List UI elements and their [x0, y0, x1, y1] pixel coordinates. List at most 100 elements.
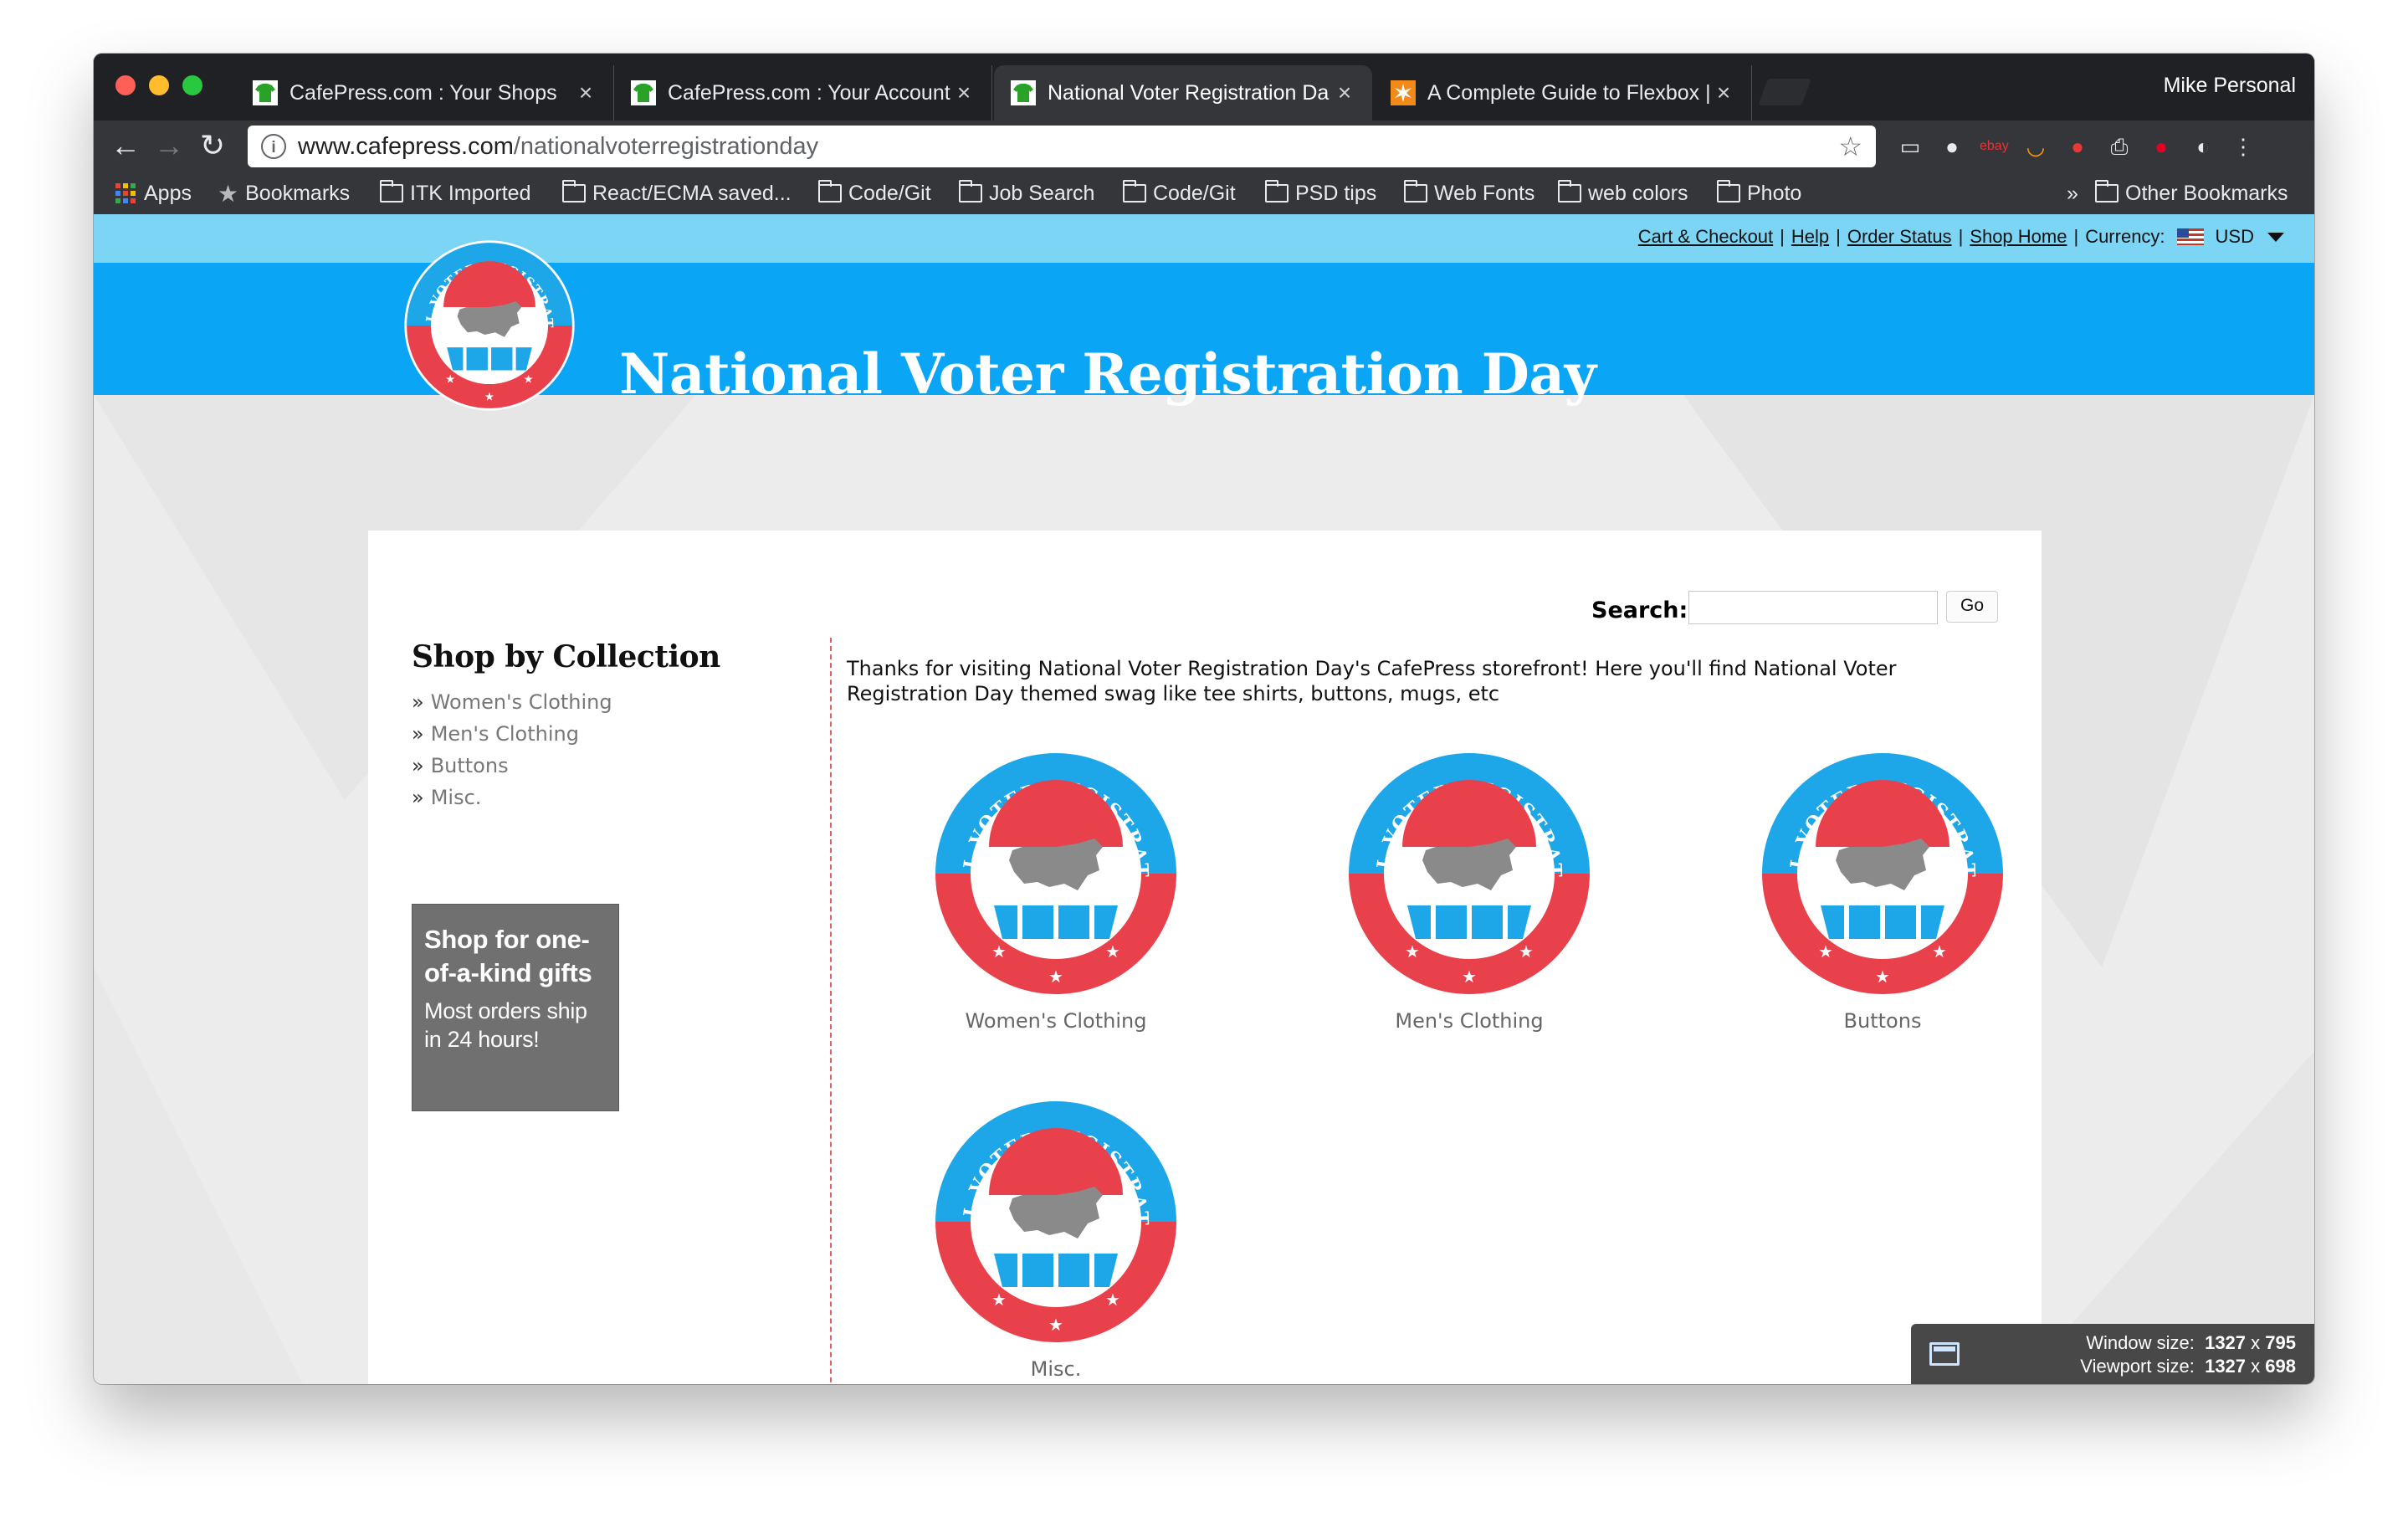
- bookmark-folder[interactable]: Photo: [1716, 177, 1801, 209]
- window-size-overlay: Window size: 1327 x 795 Viewport size: 1…: [1911, 1324, 2314, 1384]
- tab-close-icon[interactable]: ×: [951, 79, 976, 106]
- chevron-down-icon[interactable]: [2267, 232, 2284, 242]
- folder-icon: [817, 180, 842, 203]
- nvrd-logo[interactable]: [1757, 748, 2008, 999]
- currency-select[interactable]: USD: [2216, 226, 2254, 248]
- site-info-icon[interactable]: i: [261, 134, 286, 159]
- folder-icon: [2094, 180, 2119, 203]
- tab-close-icon[interactable]: ×: [1332, 79, 1357, 106]
- lastpass-extension-icon[interactable]: ●: [2063, 132, 2092, 161]
- url-domain: www.cafepress.com: [298, 132, 514, 160]
- print-extension-icon[interactable]: ⎙: [2105, 132, 2134, 161]
- forward-arrow-icon[interactable]: →: [152, 129, 186, 162]
- bookmark-folder[interactable]: web colors: [1557, 177, 1688, 209]
- product-tile[interactable]: Misc.: [930, 1096, 1181, 1381]
- tab-flexbox-guide[interactable]: A Complete Guide to Flexbox | ×: [1374, 65, 1752, 121]
- css-tricks-star-icon: [1391, 80, 1416, 105]
- minimize-window-button[interactable]: [149, 75, 169, 95]
- collection-link-womens-clothing[interactable]: » Women's Clothing: [412, 686, 612, 718]
- reload-icon[interactable]: ↻: [196, 129, 229, 162]
- folder-icon: [1403, 180, 1427, 203]
- close-window-button[interactable]: [115, 75, 136, 95]
- star-icon: ★: [218, 180, 239, 207]
- product-label[interactable]: Women's Clothing: [930, 1009, 1181, 1033]
- promo-headline: Shop for one-of-a-kind gifts: [424, 925, 592, 987]
- collection-link-label: Misc.: [430, 786, 482, 809]
- help-link[interactable]: Help: [1791, 226, 1829, 248]
- tab-close-icon[interactable]: ×: [573, 79, 598, 106]
- bookmark-label: Web Fonts: [1434, 181, 1535, 205]
- search-input[interactable]: [1688, 591, 1938, 624]
- evernote-extension-icon[interactable]: ◐: [2189, 132, 2217, 161]
- bullet-icon: »: [412, 722, 424, 746]
- ebay-extension-icon[interactable]: ebay: [1980, 132, 2009, 161]
- nvrd-logo[interactable]: [930, 1096, 1181, 1347]
- more-bookmarks-chevron[interactable]: »: [2067, 177, 2078, 209]
- pinterest-extension-icon[interactable]: ●: [2147, 132, 2175, 161]
- product-label[interactable]: Misc.: [930, 1357, 1181, 1381]
- collection-list: » Women's Clothing » Men's Clothing » Butto…: [412, 686, 612, 813]
- back-arrow-icon[interactable]: ←: [109, 129, 142, 162]
- collection-heading: Shop by Collection: [412, 639, 720, 674]
- us-flag-icon: [2176, 228, 2204, 245]
- cafepress-shirt-icon: [253, 80, 278, 105]
- product-label[interactable]: Men's Clothing: [1344, 1009, 1595, 1033]
- nvrd-logo[interactable]: [930, 748, 1181, 999]
- shop-home-link[interactable]: Shop Home: [1970, 226, 2067, 248]
- profile-name[interactable]: Mike Personal: [2164, 74, 2296, 98]
- bookmark-folder[interactable]: Job Search: [958, 177, 1094, 209]
- viewport-height: 698: [2265, 1356, 2296, 1377]
- bookmark-folder[interactable]: React/ECMA saved...: [561, 177, 792, 209]
- bookmark-label: Other Bookmarks: [2125, 181, 2288, 205]
- nvrd-logo[interactable]: [403, 239, 576, 412]
- collection-link-misc[interactable]: » Misc.: [412, 782, 612, 813]
- tab-close-icon[interactable]: ×: [1711, 79, 1736, 106]
- new-tab-button[interactable]: [1758, 79, 1811, 105]
- bookmark-label: React/ECMA saved...: [592, 181, 792, 205]
- product-tile[interactable]: Buttons: [1757, 748, 2008, 1033]
- bookmark-folder[interactable]: Web Fonts: [1403, 177, 1535, 209]
- promo-banner[interactable]: Shop for one-of-a-kind gifts Most orders…: [412, 904, 619, 1111]
- bookmark-label: Code/Git: [1153, 181, 1236, 205]
- amazon-extension-icon[interactable]: ◡: [2021, 132, 2050, 161]
- bookmark-folder[interactable]: PSD tips: [1264, 177, 1376, 209]
- cookie-extension-icon[interactable]: ●: [1938, 132, 1966, 161]
- collection-link-mens-clothing[interactable]: » Men's Clothing: [412, 718, 612, 750]
- viewport-width: 1327: [2205, 1356, 2247, 1377]
- chrome-menu-icon[interactable]: ⋮: [2229, 132, 2257, 161]
- cart-checkout-link[interactable]: Cart & Checkout: [1638, 226, 1773, 248]
- bookmark-bookmarks[interactable]: ★ Bookmarks: [218, 177, 350, 209]
- product-label[interactable]: Buttons: [1757, 1009, 2008, 1033]
- product-tile[interactable]: Men's Clothing: [1344, 748, 1595, 1033]
- bookmark-label: Code/Git: [848, 181, 931, 205]
- bookmark-apps[interactable]: Apps: [115, 177, 192, 209]
- tab-cafepress-account[interactable]: CafePress.com : Your Account ×: [614, 65, 992, 121]
- tab-title: CafePress.com : Your Shops: [289, 80, 557, 105]
- bookmark-other[interactable]: Other Bookmarks: [2094, 177, 2288, 209]
- window-resizer-extension-icon[interactable]: ▭: [1896, 132, 1924, 161]
- address-bar[interactable]: i www.cafepress.com/nationalvoterregistr…: [248, 126, 1876, 167]
- viewport-size-row: Viewport size: 1327 x 698: [1986, 1356, 2296, 1377]
- utility-links: Cart & Checkout | Help | Order Status | Sho…: [1638, 226, 2284, 248]
- bookmark-folder[interactable]: Code/Git: [817, 177, 931, 209]
- bookmark-folder[interactable]: ITK Imported: [379, 177, 531, 209]
- bookmark-star-icon[interactable]: ☆: [1838, 131, 1862, 162]
- order-status-link[interactable]: Order Status: [1847, 226, 1952, 248]
- collection-link-label: Men's Clothing: [430, 722, 579, 746]
- product-tile[interactable]: Women's Clothing: [930, 748, 1181, 1033]
- tab-title: National Voter Registration Da: [1048, 80, 1330, 105]
- search-go-button[interactable]: Go: [1946, 591, 1998, 623]
- currency-label: Currency:: [2085, 226, 2165, 247]
- zoom-window-button[interactable]: [182, 75, 202, 95]
- collection-link-buttons[interactable]: » Buttons: [412, 750, 612, 782]
- window-height: 795: [2265, 1332, 2296, 1353]
- browser-window: CafePress.com : Your Shops × CafePress.c…: [94, 54, 2314, 1384]
- nvrd-logo[interactable]: [1344, 748, 1595, 999]
- bullet-icon: »: [412, 690, 424, 714]
- bullet-icon: »: [412, 754, 424, 777]
- bookmark-folder[interactable]: Code/Git: [1122, 177, 1236, 209]
- bookmark-label: ITK Imported: [410, 181, 531, 205]
- folder-icon: [379, 180, 403, 203]
- tab-national-voter-registration-day[interactable]: National Voter Registration Da ×: [994, 65, 1372, 121]
- tab-cafepress-shops[interactable]: CafePress.com : Your Shops ×: [236, 65, 614, 121]
